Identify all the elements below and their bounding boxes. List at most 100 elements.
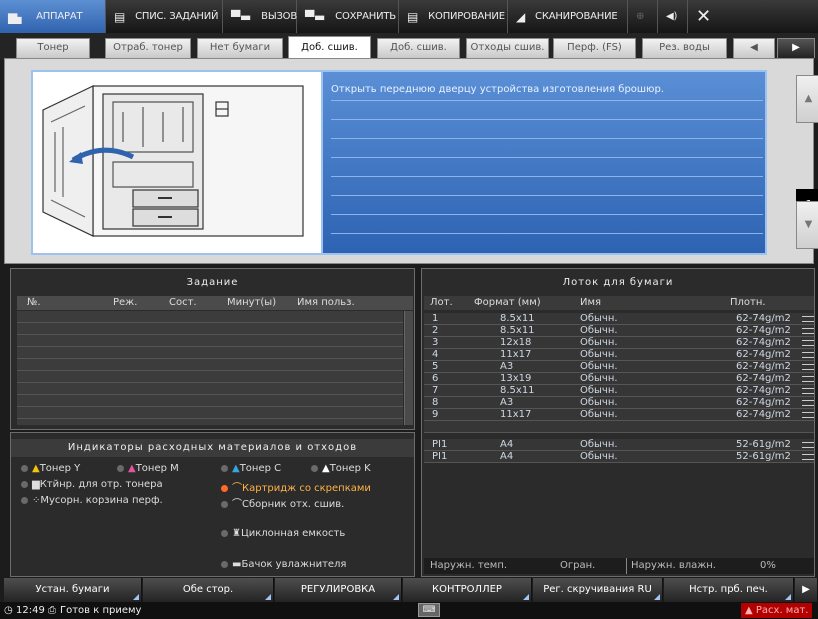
job-list-button[interactable]: ▤ СПИС. ЗАДАНИЙ [106,0,223,33]
name-cell: Обычн. [580,409,618,420]
device-door-illustration [33,72,323,253]
bottom-next-button[interactable]: ▶ [795,578,818,602]
table-row[interactable]: 6 13x19 Обычн. 62-74g/m2 [424,373,814,385]
col-size: Формат (мм) [474,297,541,308]
paper-level-icon [802,340,814,346]
tray-panel-title: Лоток для бумаги [562,277,674,288]
clock-icon: ◷ [4,605,13,616]
globe-icon[interactable]: ⊕ [628,0,658,33]
tray-cell: 7 [432,385,439,396]
test-print-settings-button[interactable]: Нстр. прб. печ. [664,578,794,602]
status-bar: ◷ 12:49 ⎙ Готов к приему ⌨ ▲ Расх. мат. [0,602,818,619]
col-tray: Лот. [430,297,453,308]
weight-cell: 52-61g/m2 [736,451,791,462]
divider [331,233,763,234]
scroll-up-button[interactable]: ▲ [796,75,818,123]
table-row[interactable]: 3 12x18 Обычн. 62-74g/m2 [424,337,814,349]
size-cell: A3 [500,361,514,372]
tab-no-paper[interactable]: Нет бумаги [197,38,283,58]
duplex-button[interactable]: Обе стор. [143,578,274,602]
col-minutes: Минут(ы) [227,297,277,308]
instruction-panel: Открыть переднюю дверцу устройства изгот… [31,70,767,255]
size-cell: 12x18 [500,337,532,348]
divider [331,214,763,215]
controller-button[interactable]: КОНТРОЛЛЕР [403,578,532,602]
tab-add-staples-active[interactable]: Доб. сшив. [288,36,371,60]
table-row[interactable]: PI1 A4 Обычн. 52-61g/m2 [424,439,814,451]
name-cell: Обычн. [580,349,618,360]
adjustment-button[interactable]: РЕГУЛИРОВКА [275,578,402,602]
table-row[interactable]: PI1 A4 Обычн. 52-61g/m2 [424,451,814,463]
table-row[interactable] [424,421,814,433]
divider [331,176,763,177]
keyboard-icon[interactable]: ⌨ [418,603,440,617]
paper-level-icon [802,454,814,460]
ext-temp-label: Наружн. темп. [430,560,508,571]
environment-bar: Наружн. темп. Огран. Наружн. влажн. 0% [424,558,814,574]
tray-cell: 6 [432,373,439,384]
size-cell: 11x17 [500,409,532,420]
paper-level-icon [802,376,814,382]
table-row[interactable]: 4 11x17 Обычн. 62-74g/m2 [424,349,814,361]
table-row[interactable]: 8 A3 Обычн. 62-74g/m2 [424,397,814,409]
toner-y-indicator: ▲Тонер Y [21,463,80,474]
table-row[interactable]: 1 8.5x11 Обычн. 62-74g/m2 [424,313,814,325]
paper-settings-button[interactable]: Устан. бумаги [4,578,142,602]
weight-cell: 62-74g/m2 [736,397,791,408]
punch-waste-indicator: ⁘Мусорн. корзина перф. [21,495,163,506]
scan-icon: ◢ [516,9,526,24]
top-menu-bar: ▆▖ АППАРАТ ▤ СПИС. ЗАДАНИЙ ▀▬ ВЫЗОВ ▀▬ СОХРА… [0,0,818,33]
tab-toner[interactable]: Тонер [16,38,90,58]
name-cell: Обычн. [580,361,618,372]
col-no: №. [27,297,41,308]
job-panel-title: Задание [186,277,239,288]
instruction-area: Открыть переднюю дверцу устройства изгот… [4,58,818,264]
status-time: 12:49 [16,605,45,616]
tab-prev-button[interactable]: ◀ [733,38,775,58]
job-panel: Задание №. Реж. Сост. Минут(ы) Имя польз… [10,268,415,430]
consumables-panel: Индикаторы расходных материалов и отходо… [10,432,415,577]
ext-humidity-label: Наружн. влажн. [626,558,716,574]
name-cell: Обычн. [580,451,618,462]
paper-level-icon [802,328,814,334]
tab-punch[interactable]: Перф. (FS) [553,38,636,58]
tab-waste-toner[interactable]: Отраб. тонер [105,38,191,58]
consumables-alert-badge[interactable]: ▲ Расх. мат. [741,603,813,618]
paper-level-icon [802,352,814,358]
name-cell: Обычн. [580,373,618,384]
close-icon[interactable]: ✕ [688,0,718,33]
name-cell: Обычн. [580,337,618,348]
table-row[interactable]: 7 8.5x11 Обычн. 62-74g/m2 [424,385,814,397]
name-cell: Обычн. [580,385,618,396]
scan-button[interactable]: ◢ СКАНИРОВАНИЕ [508,0,628,33]
weight-cell: 62-74g/m2 [736,313,791,324]
speaker-icon[interactable]: ◀) [658,0,688,33]
curl-adjust-button[interactable]: Рег. скручивания RU [533,578,663,602]
size-cell: 11x17 [500,349,532,360]
humidifier-tank-indicator: ▬Бачок увлажнителя [221,559,346,570]
size-cell: 8.5x11 [500,325,535,336]
tab-water-tank[interactable]: Рез. воды [642,38,727,58]
tray-cell: 9 [432,409,439,420]
weight-cell: 62-74g/m2 [736,373,791,384]
divider [331,195,763,196]
scroll-down-button[interactable]: ▼ [796,201,818,249]
tab-next-button[interactable]: ▶ [777,38,815,58]
ext-humidity-value: 0% [760,560,776,571]
save-button[interactable]: ▀▬ СОХРАНИТЬ [297,0,399,33]
table-row[interactable]: 5 A3 Обычн. 62-74g/m2 [424,361,814,373]
divider [331,100,763,101]
job-table-header: №. Реж. Сост. Минут(ы) Имя польз. [17,296,413,310]
job-scrollbar[interactable] [404,311,413,425]
name-cell: Обычн. [580,325,618,336]
machine-button[interactable]: ▆▖ АППАРАТ [0,0,106,33]
table-row[interactable]: 2 8.5x11 Обычн. 62-74g/m2 [424,325,814,337]
tab-add-staples[interactable]: Доб. сшив. [377,38,460,58]
tray-cell: PI1 [432,439,448,450]
table-row[interactable]: 9 11x17 Обычн. 62-74g/m2 [424,409,814,421]
copy-button[interactable]: ▤ КОПИРОВАНИЕ [399,0,508,33]
recall-button[interactable]: ▀▬ ВЫЗОВ [223,0,297,33]
tab-staple-waste[interactable]: Отходы сшив. [466,38,549,58]
size-cell: 8.5x11 [500,313,535,324]
job-table-body[interactable] [17,311,403,425]
